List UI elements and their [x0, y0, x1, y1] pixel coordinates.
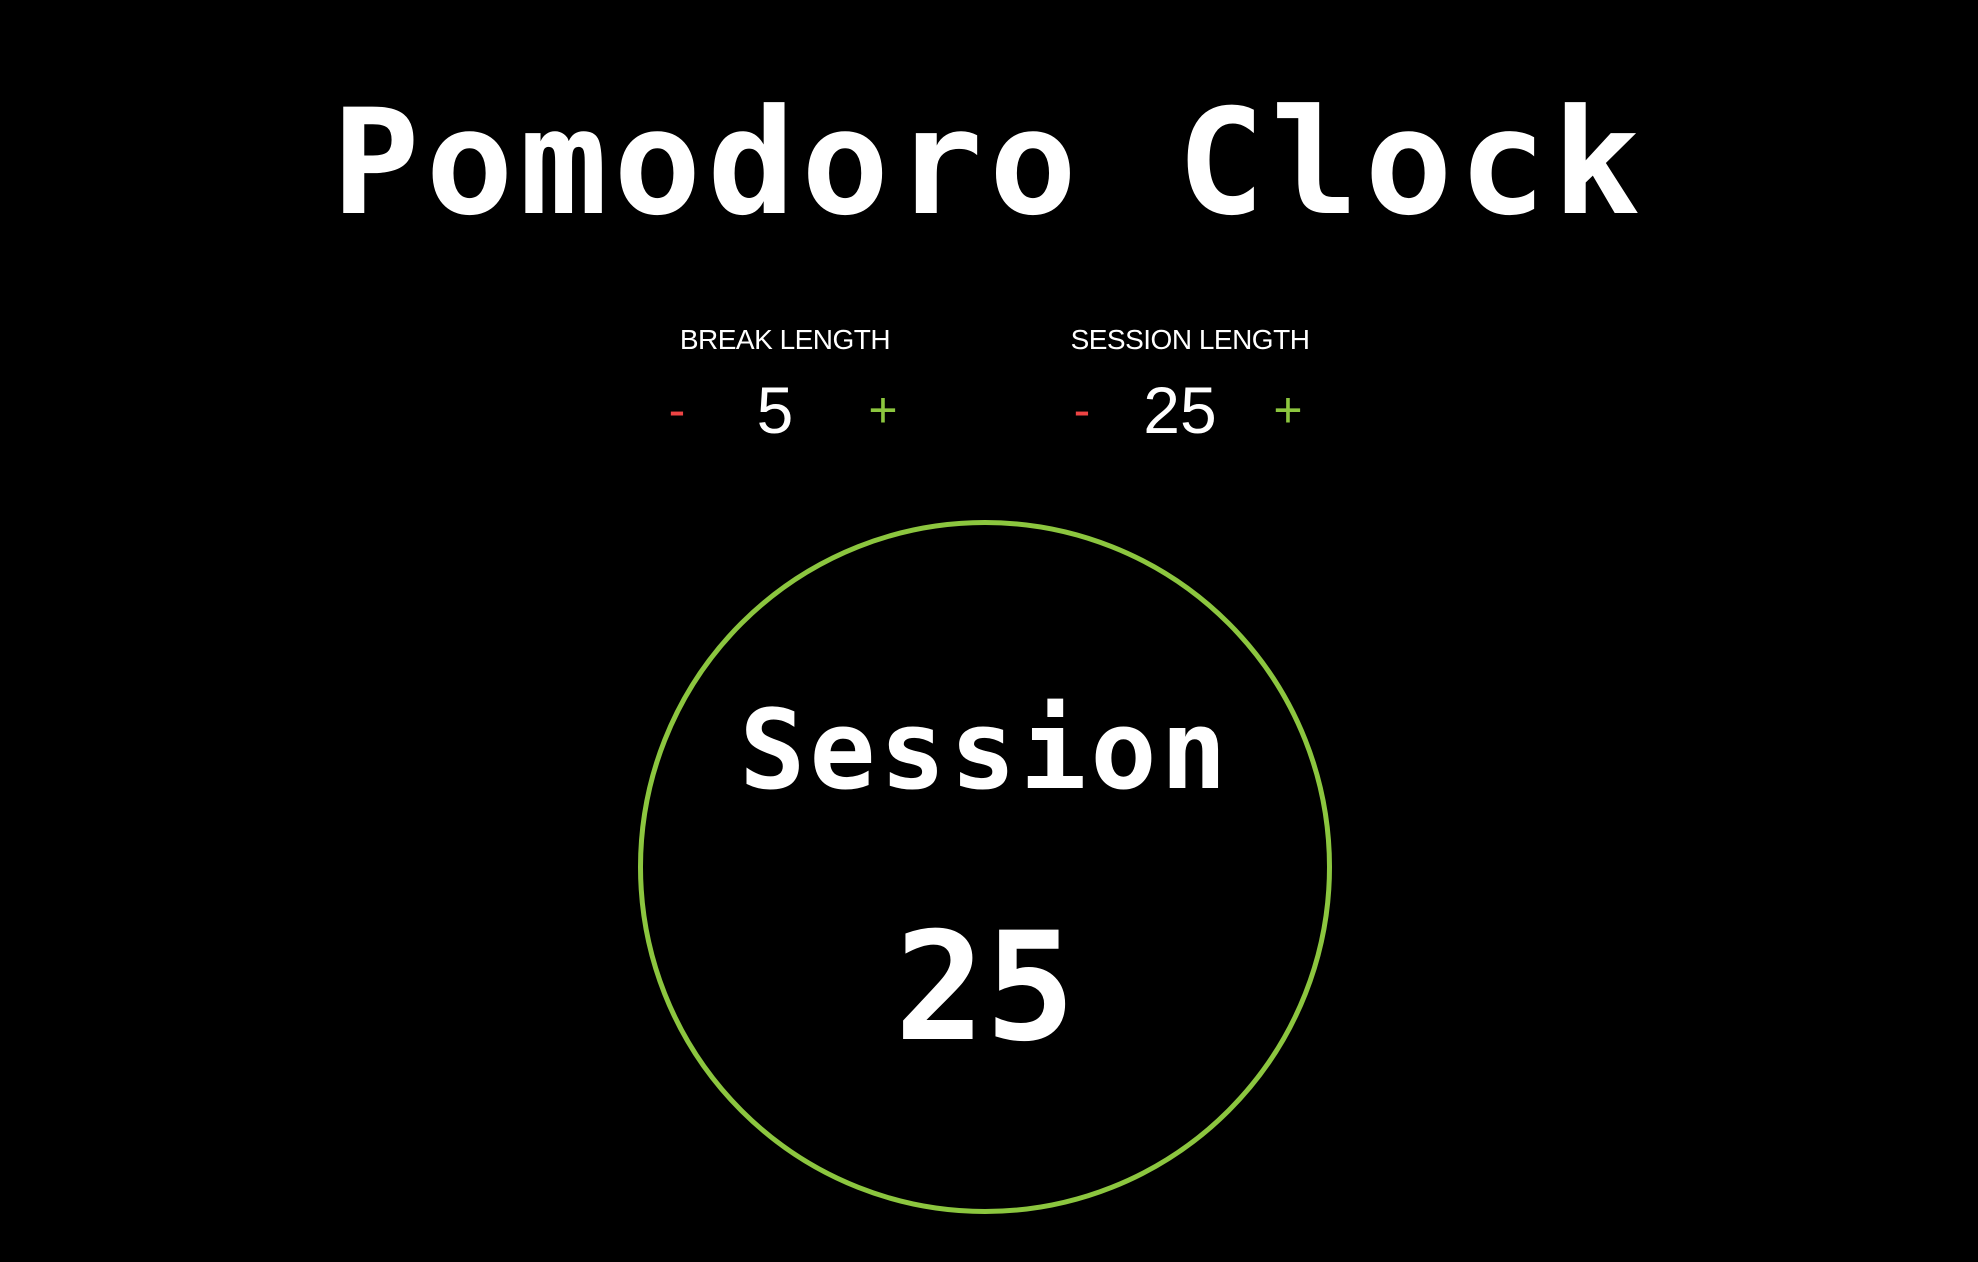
page-title: Pomodoro Clock — [331, 78, 1647, 248]
break-increment-button[interactable]: + — [853, 370, 913, 450]
break-decrement-button[interactable]: - — [657, 370, 697, 450]
timer-value: 25 — [894, 901, 1076, 1075]
session-length-value: 25 — [1143, 373, 1217, 447]
timer-circle-button[interactable]: Session 25 — [638, 520, 1332, 1214]
session-length-control: SESSION LENGTH - 25 + — [1040, 320, 1340, 450]
break-length-row: - 5 + — [640, 370, 930, 450]
session-increment-button[interactable]: + — [1258, 370, 1318, 450]
break-length-control: BREAK LENGTH - 5 + — [640, 320, 930, 450]
session-length-label: SESSION LENGTH — [1070, 324, 1310, 355]
session-length-row: - 25 + — [1040, 370, 1340, 450]
break-length-value: 5 — [756, 373, 794, 447]
session-decrement-button[interactable]: - — [1062, 370, 1102, 450]
timer-mode-label: Session — [739, 686, 1231, 814]
break-length-label: BREAK LENGTH — [679, 324, 891, 355]
